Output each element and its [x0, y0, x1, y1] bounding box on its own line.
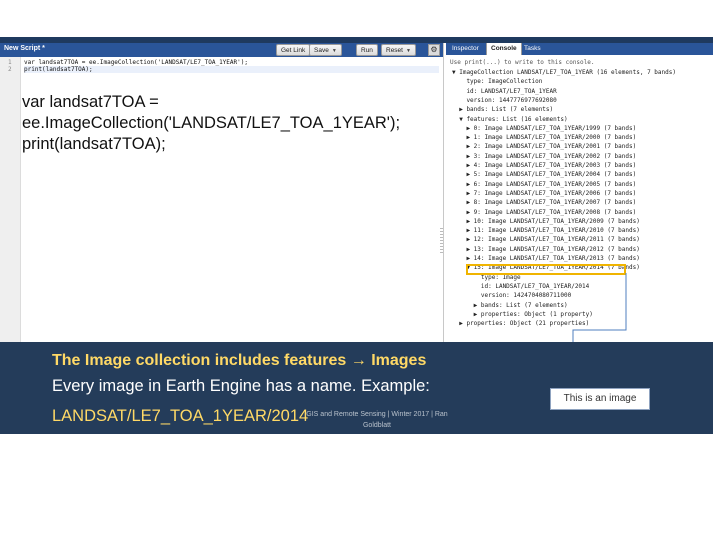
- gear-icon[interactable]: ⚙: [428, 44, 440, 56]
- console-row[interactable]: ▶ 14: Image LANDSAT/LE7_TOA_1YEAR/2013 (…: [452, 255, 639, 262]
- console-row[interactable]: type: ImageCollection: [452, 78, 542, 85]
- arrow-right-icon: →: [350, 352, 367, 369]
- chevron-down-icon: ▼: [331, 48, 337, 54]
- console-row[interactable]: id: LANDSAT/LE7_TOA_1YEAR: [452, 88, 556, 95]
- save-button[interactable]: Save ▼: [309, 44, 342, 56]
- console-row[interactable]: version: 1424704080711000: [452, 292, 571, 299]
- panel-resize-handle[interactable]: [440, 228, 443, 254]
- code-line[interactable]: print(landsat7TOA);: [24, 66, 439, 73]
- code-line[interactable]: var landsat7TOA = ee.ImageCollection('LA…: [24, 59, 248, 66]
- console-row[interactable]: version: 1447776977692080: [452, 97, 556, 104]
- script-title: New Script *: [4, 45, 45, 52]
- save-label: Save: [314, 47, 329, 54]
- reset-button[interactable]: Reset ▼: [381, 44, 416, 56]
- code-zoom-text: var landsat7TOA = ee.ImageCollection('LA…: [22, 93, 401, 153]
- console-row[interactable]: ▶ 0: Image LANDSAT/LE7_TOA_1YEAR/1999 (7…: [452, 125, 636, 132]
- tab-inspector[interactable]: Inspector: [448, 43, 483, 55]
- console-row[interactable]: ▶ 5: Image LANDSAT/LE7_TOA_1YEAR/2004 (7…: [452, 171, 636, 178]
- line-number: 2: [8, 66, 12, 73]
- slide-example-name: LANDSAT/LE7_TOA_1YEAR/2014: [52, 407, 309, 425]
- heading-end: Images: [366, 352, 427, 369]
- console-row[interactable]: ▶ properties: Object (21 properties): [452, 320, 589, 327]
- console-row[interactable]: ▶ 4: Image LANDSAT/LE7_TOA_1YEAR/2003 (7…: [452, 162, 636, 169]
- console-row[interactable]: ▶ bands: List (7 elements): [452, 106, 553, 113]
- console-row[interactable]: ▶ 1: Image LANDSAT/LE7_TOA_1YEAR/2000 (7…: [452, 134, 636, 141]
- chevron-down-icon: ▼: [405, 48, 411, 54]
- console-row[interactable]: ▶ 2: Image LANDSAT/LE7_TOA_1YEAR/2001 (7…: [452, 143, 636, 150]
- get-link-button[interactable]: Get Link: [276, 44, 311, 56]
- slide-heading: The Image collection includes features →…: [52, 352, 426, 370]
- run-label: Run: [361, 47, 373, 54]
- highlight-box: [466, 264, 626, 275]
- heading-start: The Image collection includes features: [52, 352, 351, 369]
- console-row[interactable]: id: LANDSAT/LE7_TOA_1YEAR/2014: [452, 283, 589, 290]
- line-number: 1: [8, 59, 12, 66]
- console-hint: Use print(...) to write to this console.: [450, 59, 595, 66]
- tab-tasks[interactable]: Tasks: [520, 43, 545, 55]
- console-row[interactable]: ▶ 8: Image LANDSAT/LE7_TOA_1YEAR/2007 (7…: [452, 199, 636, 206]
- code-editor-panel: New Script * Get Link Save ▼ Run Reset ▼ ⚙…: [0, 43, 444, 342]
- console-row[interactable]: ▼ features: List (16 elements): [452, 116, 567, 123]
- console-row[interactable]: ▶ 12: Image LANDSAT/LE7_TOA_1YEAR/2011 (…: [452, 236, 639, 243]
- console-row[interactable]: ▶ 13: Image LANDSAT/LE7_TOA_1YEAR/2012 (…: [452, 246, 639, 253]
- line-gutter: [0, 57, 21, 342]
- reset-label: Reset: [386, 47, 403, 54]
- console-tabs: Inspector Console Tasks: [446, 43, 720, 55]
- run-button[interactable]: Run: [356, 44, 378, 56]
- console-row[interactable]: ▶ 7: Image LANDSAT/LE7_TOA_1YEAR/2006 (7…: [452, 190, 636, 197]
- console-row[interactable]: ▶ bands: List (7 elements): [452, 302, 568, 309]
- console-row[interactable]: ▶ 9: Image LANDSAT/LE7_TOA_1YEAR/2008 (7…: [452, 209, 636, 216]
- console-row[interactable]: ▶ 10: Image LANDSAT/LE7_TOA_1YEAR/2009 (…: [452, 218, 639, 225]
- console-row[interactable]: ▶ 3: Image LANDSAT/LE7_TOA_1YEAR/2002 (7…: [452, 153, 636, 160]
- right-edge: [713, 37, 720, 342]
- console-panel: Inspector Console Tasks Use print(...) t…: [446, 43, 720, 342]
- console-row[interactable]: ▶ properties: Object (1 property): [452, 311, 593, 318]
- console-row[interactable]: ▶ 6: Image LANDSAT/LE7_TOA_1YEAR/2005 (7…: [452, 181, 636, 188]
- callout-box: This is an image: [550, 388, 650, 410]
- slide-footer: GIS and Remote Sensing | Winter 2017 | R…: [306, 411, 448, 429]
- tab-console[interactable]: Console: [486, 43, 522, 55]
- console-row[interactable]: ▶ 11: Image LANDSAT/LE7_TOA_1YEAR/2010 (…: [452, 227, 639, 234]
- slide-text-line: Every image in Earth Engine has a name. …: [52, 377, 430, 395]
- console-row[interactable]: ▼ ImageCollection LANDSAT/LE7_TOA_1YEAR …: [452, 69, 676, 76]
- editor-toolbar: New Script * Get Link Save ▼ Run Reset ▼ ⚙: [0, 43, 443, 57]
- get-link-label: Get Link: [281, 47, 306, 54]
